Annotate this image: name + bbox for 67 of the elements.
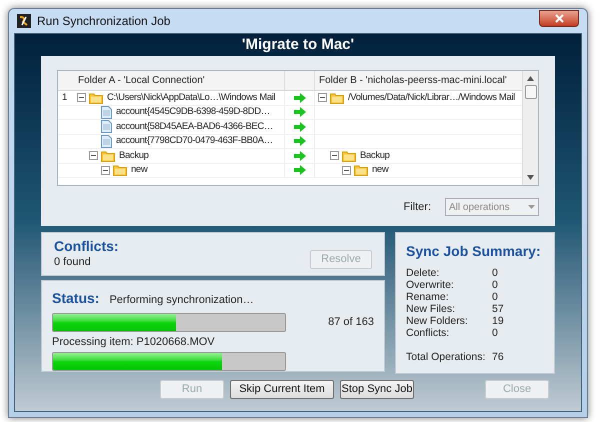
arrow-right-icon	[294, 165, 306, 176]
processing-item: Processing item: P1020668.MOV	[52, 335, 216, 350]
summary-value: 0	[492, 279, 499, 291]
item-name: account{58D45AEA-BAD6-4366-BEC…	[116, 120, 274, 134]
arrow-right-icon	[294, 92, 306, 103]
summary-value: 0	[492, 327, 499, 339]
item-name: new	[131, 164, 148, 177]
folder-icon	[330, 92, 344, 104]
summary-label: New Files:	[406, 303, 456, 315]
folder-icon	[101, 150, 115, 162]
progress-count: 87 of 163	[328, 315, 374, 330]
arrow-right-icon	[294, 107, 306, 118]
dropdown-caret-icon	[528, 205, 535, 209]
collapse-icon[interactable]	[77, 93, 86, 102]
conflicts-count: 0 found	[54, 254, 92, 270]
collapse-icon[interactable]	[318, 93, 327, 102]
item-name: Backup	[360, 148, 390, 163]
dialog-button[interactable]: Stop Sync Job	[340, 380, 414, 398]
status-heading: Status:	[52, 289, 100, 308]
arrow-right-icon	[294, 136, 306, 146]
summary-value: 19	[492, 315, 505, 327]
item-name: /Volumes/Data/Nick/Librar…/Windows Mail	[348, 90, 515, 105]
item-name: new	[372, 163, 388, 178]
conflicts-heading: Conflicts:	[54, 238, 119, 254]
folder-icon	[342, 150, 356, 162]
scroll-up-icon[interactable]	[527, 76, 534, 81]
app-logo-icon	[17, 14, 31, 28]
row-number: 1	[61, 90, 68, 105]
window-title: Run Synchronization Job	[37, 13, 172, 30]
scrollbar[interactable]	[522, 71, 538, 185]
filter-label: Filter:	[404, 200, 431, 215]
close-icon	[554, 14, 564, 22]
folder-icon	[354, 164, 368, 176]
close-button[interactable]	[539, 10, 579, 26]
scroll-thumb[interactable]	[524, 85, 536, 99]
item-name: C:\Users\Nick\AppData\Lo…\Windows Mail	[107, 91, 276, 104]
dialog-button[interactable]: Skip Current Item	[230, 380, 334, 398]
summary-value: 0	[492, 267, 499, 279]
item-name: Backup	[119, 149, 149, 162]
file-icon	[101, 106, 112, 119]
collapse-icon[interactable]	[101, 166, 110, 175]
file-icon	[101, 120, 112, 134]
summary-label: Delete:	[406, 267, 440, 279]
summary-value: 0	[492, 291, 499, 303]
folder-icon	[89, 92, 103, 104]
summary-label: Rename:	[406, 291, 450, 303]
job-title: 'Migrate to Mac'	[240, 35, 356, 55]
scroll-down-icon[interactable]	[527, 175, 534, 180]
status-message: Performing synchronization…	[109, 293, 254, 308]
summary-value: 57	[492, 303, 505, 315]
summary-label: Overwrite:	[406, 279, 455, 291]
summary-label: Total Operations:	[406, 351, 486, 363]
file-icon	[101, 134, 112, 148]
summary-label: Conflicts:	[406, 327, 450, 339]
arrow-right-icon	[294, 122, 306, 132]
arrow-right-icon	[294, 150, 306, 161]
collapse-icon[interactable]	[89, 151, 98, 160]
summary-heading: Sync Job Summary:	[406, 242, 542, 261]
collapse-icon[interactable]	[330, 151, 339, 160]
summary-label: New Folders:	[406, 315, 469, 327]
item-name: account{7798CD70-0479-463F-BB0A…	[116, 134, 273, 148]
item-name: account{4545C9DB-6398-459D-8DD…	[116, 106, 270, 119]
folder-icon	[113, 164, 127, 176]
column-header[interactable]: Folder B - 'nicholas-peerss-mac-mini.local'	[315, 71, 522, 90]
summary-value: 76	[492, 351, 505, 363]
column-header[interactable]: Folder A - 'Local Connection'	[74, 71, 285, 90]
collapse-icon[interactable]	[342, 166, 351, 175]
